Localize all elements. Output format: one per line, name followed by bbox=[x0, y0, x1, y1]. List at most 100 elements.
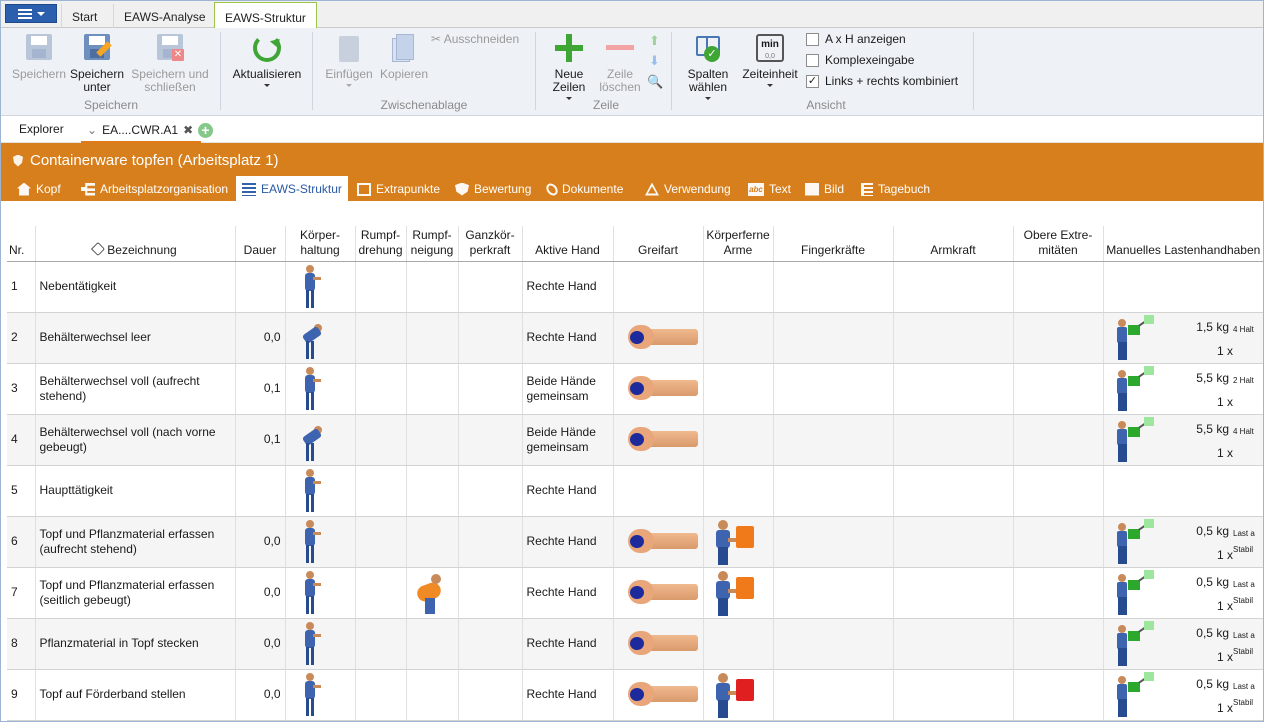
cell-koerperferne-arme[interactable] bbox=[702, 618, 773, 670]
cell-rumpfneigung[interactable] bbox=[405, 312, 458, 364]
cell-armkraft[interactable] bbox=[892, 567, 1013, 619]
cell-fingerkraefte[interactable] bbox=[772, 465, 893, 517]
cell-bezeichnung[interactable]: Topf und Pflanzmaterial erfassen (seitli… bbox=[34, 567, 235, 619]
checkbox-icon[interactable] bbox=[806, 53, 819, 67]
cell-manuelles-lastenhandhaben[interactable]: 5,5 kg 4 Halt 1 x bbox=[1102, 414, 1263, 466]
col-header-greifart[interactable]: Greifart bbox=[612, 226, 703, 262]
cell-greifart[interactable] bbox=[612, 261, 703, 313]
cell-obere-extremitaeten[interactable] bbox=[1012, 414, 1103, 466]
cell-koerperferne-arme[interactable] bbox=[702, 363, 773, 415]
cell-obere-extremitaeten[interactable] bbox=[1012, 516, 1103, 568]
cell-armkraft[interactable] bbox=[892, 261, 1013, 313]
table-row[interactable]: 3 Behälterwechsel voll (aufrecht stehend)… bbox=[7, 363, 1263, 415]
col-header-aktive-hand[interactable]: Aktive Hand bbox=[521, 226, 613, 262]
col-header-ganzkoerperkraft[interactable]: Ganzkör-perkraft bbox=[457, 226, 522, 262]
cell-greifart[interactable] bbox=[612, 414, 703, 466]
cell-greifart[interactable] bbox=[612, 465, 703, 517]
cell-dauer[interactable]: 0,0 bbox=[234, 669, 285, 721]
table-row[interactable]: 2 Behälterwechsel leer 0,0 Rechte Hand 1,5 k… bbox=[7, 312, 1263, 364]
cell-ganzkoerperkraft[interactable] bbox=[457, 465, 522, 517]
cell-rumpfdrehung[interactable] bbox=[354, 516, 406, 568]
cell-fingerkraefte[interactable] bbox=[772, 567, 893, 619]
cell-koerperhaltung[interactable] bbox=[284, 261, 355, 313]
cell-ganzkoerperkraft[interactable] bbox=[457, 567, 522, 619]
search-icon[interactable]: 🔍 bbox=[647, 74, 663, 90]
choose-columns-button[interactable]: ✓ Spalten wählen bbox=[679, 32, 737, 100]
cell-ganzkoerperkraft[interactable] bbox=[457, 312, 522, 364]
cell-koerperhaltung[interactable] bbox=[284, 465, 355, 517]
cell-greifart[interactable] bbox=[612, 312, 703, 364]
cell-nr[interactable]: 8 bbox=[7, 618, 35, 670]
cell-koerperferne-arme[interactable] bbox=[702, 414, 773, 466]
table-row[interactable]: 9 Topf auf Förderband stellen 0,0 Rechte Ha… bbox=[7, 669, 1263, 721]
cell-rumpfdrehung[interactable] bbox=[354, 618, 406, 670]
table-row[interactable]: 1 Nebentätigkeit Rechte Hand bbox=[7, 261, 1263, 313]
cell-obere-extremitaeten[interactable] bbox=[1012, 618, 1103, 670]
cell-koerperhaltung[interactable] bbox=[284, 669, 355, 721]
cell-dauer[interactable]: 0,1 bbox=[234, 363, 285, 415]
cell-nr[interactable]: 9 bbox=[7, 669, 35, 721]
cell-fingerkraefte[interactable] bbox=[772, 414, 893, 466]
col-header-fingerkraefte[interactable]: Fingerkräfte bbox=[772, 226, 893, 262]
cell-obere-extremitaeten[interactable] bbox=[1012, 261, 1103, 313]
refresh-button[interactable]: Aktualisieren bbox=[227, 32, 307, 87]
cell-dauer[interactable] bbox=[234, 465, 285, 517]
cell-rumpfdrehung[interactable] bbox=[354, 312, 406, 364]
cell-aktive-hand[interactable]: Rechte Hand bbox=[521, 567, 613, 619]
nav-tab-bild[interactable]: Bild bbox=[799, 177, 850, 201]
cell-rumpfneigung[interactable] bbox=[405, 465, 458, 517]
cell-greifart[interactable] bbox=[612, 669, 703, 721]
col-header-obere-extremitaeten[interactable]: Obere Extre-mitäten bbox=[1012, 226, 1103, 262]
nav-tab-bewertung[interactable]: Bewertung bbox=[449, 177, 537, 201]
cell-fingerkraefte[interactable] bbox=[772, 618, 893, 670]
cell-manuelles-lastenhandhaben[interactable]: 1,5 kg 4 Halt 1 x bbox=[1102, 312, 1263, 364]
table-row[interactable]: 8 Pflanzmaterial in Topf stecken 0,0 Rechte… bbox=[7, 618, 1263, 670]
cell-greifart[interactable] bbox=[612, 567, 703, 619]
col-header-koerperferne-arme[interactable]: Körperferne Arme bbox=[702, 226, 773, 262]
cell-rumpfneigung[interactable] bbox=[405, 516, 458, 568]
cell-aktive-hand[interactable]: Rechte Hand bbox=[521, 465, 613, 517]
chevron-down-icon[interactable]: ⌄ bbox=[87, 123, 97, 137]
ribbon-tab-eaws-analyse[interactable]: EAWS-Analyse bbox=[113, 4, 216, 28]
cell-aktive-hand[interactable]: Rechte Hand bbox=[521, 312, 613, 364]
cell-fingerkraefte[interactable] bbox=[772, 516, 893, 568]
cell-rumpfneigung[interactable] bbox=[405, 618, 458, 670]
cell-aktive-hand[interactable]: Beide Hände gemeinsam bbox=[521, 363, 613, 415]
cell-armkraft[interactable] bbox=[892, 516, 1013, 568]
cell-ganzkoerperkraft[interactable] bbox=[457, 516, 522, 568]
pin-icon[interactable] bbox=[91, 241, 106, 256]
cell-manuelles-lastenhandhaben[interactable]: 0,5 kg Last a Stabil 1 x bbox=[1102, 618, 1263, 670]
col-header-rumpfneigung[interactable]: Rumpf-neigung bbox=[405, 226, 458, 262]
checkbox-axh[interactable]: A x H anzeigen bbox=[806, 32, 906, 46]
nav-tab-eaws-struktur[interactable]: EAWS-Struktur bbox=[236, 176, 348, 202]
cell-ganzkoerperkraft[interactable] bbox=[457, 618, 522, 670]
cell-armkraft[interactable] bbox=[892, 312, 1013, 364]
cell-rumpfneigung[interactable] bbox=[405, 567, 458, 619]
cell-bezeichnung[interactable]: Nebentätigkeit bbox=[34, 261, 235, 313]
cell-rumpfdrehung[interactable] bbox=[354, 465, 406, 517]
checkbox-checked-icon[interactable]: ✓ bbox=[806, 74, 819, 88]
cell-armkraft[interactable] bbox=[892, 414, 1013, 466]
cell-rumpfneigung[interactable] bbox=[405, 669, 458, 721]
cell-ganzkoerperkraft[interactable] bbox=[457, 363, 522, 415]
cell-bezeichnung[interactable]: Topf und Pflanzmaterial erfassen (aufrec… bbox=[34, 516, 235, 568]
col-header-rumpfdrehung[interactable]: Rumpf-drehung bbox=[354, 226, 406, 262]
cell-dauer[interactable]: 0,0 bbox=[234, 618, 285, 670]
cell-koerperferne-arme[interactable] bbox=[702, 261, 773, 313]
cell-koerperhaltung[interactable] bbox=[284, 567, 355, 619]
col-header-manuelles-lastenhandhaben[interactable]: Manuelles Lastenhandhaben bbox=[1102, 226, 1263, 262]
cell-dauer[interactable]: 0,0 bbox=[234, 516, 285, 568]
tab-document[interactable]: ⌄ EA....CWR.A1 ✖ bbox=[81, 119, 202, 143]
table-row[interactable]: 5 Haupttätigkeit Rechte Hand bbox=[7, 465, 1263, 517]
nav-tab-extrapunkte[interactable]: Extrapunkte bbox=[351, 177, 446, 201]
cell-dauer[interactable] bbox=[234, 261, 285, 313]
nav-tab-arbeitsplatzorganisation[interactable]: Arbeitsplatzorganisation bbox=[75, 177, 234, 201]
cell-rumpfneigung[interactable] bbox=[405, 261, 458, 313]
cell-manuelles-lastenhandhaben[interactable] bbox=[1102, 261, 1263, 313]
nav-tab-text[interactable]: abc Text bbox=[742, 177, 797, 201]
cell-koerperferne-arme[interactable] bbox=[702, 312, 773, 364]
cell-ganzkoerperkraft[interactable] bbox=[457, 261, 522, 313]
ribbon-tab-eaws-struktur[interactable]: EAWS-Struktur bbox=[214, 2, 317, 29]
save-button[interactable]: Speichern bbox=[9, 32, 69, 81]
cell-rumpfdrehung[interactable] bbox=[354, 567, 406, 619]
